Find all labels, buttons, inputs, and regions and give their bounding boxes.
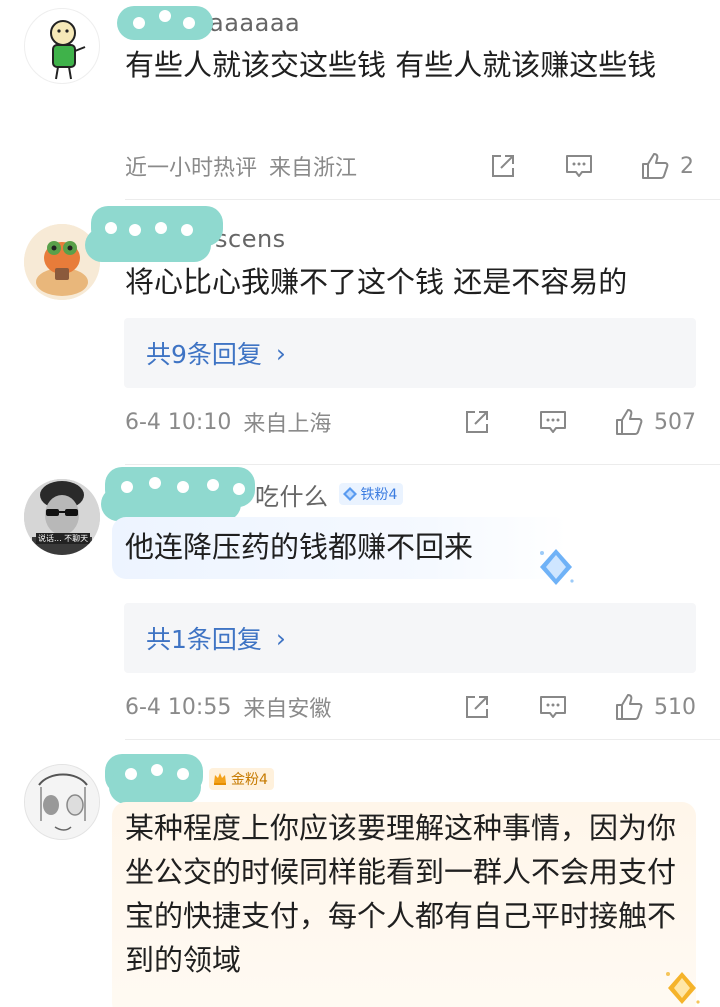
username-mask (85, 206, 223, 262)
fan-badge[interactable]: 铁粉4 (338, 483, 404, 505)
share-icon[interactable] (462, 407, 492, 437)
comment-time: 6-4 10:55 (125, 694, 232, 720)
comment-actions: 2 (488, 146, 696, 186)
username[interactable]: 吃什么 铁粉4 (101, 467, 404, 521)
reply-count: 共9条回复 (146, 340, 262, 369)
comment-item: scens 将心比心我赚不了这个钱 还是不容易的 共9条回复 › 6-4 10:… (0, 200, 720, 465)
comment-icon[interactable] (538, 692, 568, 722)
comment-actions: 510 (462, 687, 696, 727)
comment-text: 有些人就该交这些钱 有些人就该赚这些钱 (125, 48, 657, 82)
comment-location: 来自浙江 (269, 156, 358, 181)
comment-time: 6-4 10:10 (125, 409, 232, 435)
username-text: scens (215, 225, 286, 253)
diamond-icon (342, 487, 357, 501)
cartoon-avatar-icon (50, 20, 86, 80)
thumbs-up-icon[interactable] (614, 692, 644, 722)
sketch-avatar-icon (25, 765, 99, 839)
comment-meta: 6-4 10:10 来自上海 507 (125, 402, 696, 442)
fan-badge-label: 金粉4 (231, 772, 268, 788)
avatar[interactable]: 说话... 不聊天 (24, 479, 100, 555)
thumbs-up-icon[interactable] (640, 151, 670, 181)
username[interactable]: scens (85, 206, 286, 262)
share-icon[interactable] (488, 151, 518, 181)
username-mask (101, 467, 255, 521)
like-count: 2 (680, 153, 694, 179)
username-mask (105, 754, 203, 804)
comment-meta: 近一小时热评 来自浙江 2 (125, 146, 696, 186)
gold-diamond-sparkle-icon (666, 972, 700, 1004)
like-count: 507 (654, 409, 696, 435)
reply-thread-button[interactable]: 共9条回复 › (124, 318, 696, 388)
comment-actions: 507 (462, 402, 696, 442)
fan-badge-label: 铁粉4 (360, 487, 398, 503)
comment-time: 近一小时热评 (125, 156, 258, 181)
crown-icon (214, 773, 226, 785)
comment-text: 将心比心我赚不了这个钱 还是不容易的 (125, 265, 628, 299)
username-text: 吃什么 (255, 482, 329, 511)
fan-badge[interactable]: 金粉4 (209, 768, 274, 790)
reply-thread-button[interactable]: 共1条回复 › (124, 603, 696, 673)
avatar[interactable] (24, 764, 100, 840)
diamond-sparkle-icon (540, 549, 574, 585)
comment-icon[interactable] (538, 407, 568, 437)
thumbs-up-icon[interactable] (614, 407, 644, 437)
chevron-right-icon: › (275, 623, 286, 653)
comment-item: 金粉4 某种程度上你应该要理解这种事情，因为你坐公交的时候同样能看到一群人不会用… (0, 740, 720, 1007)
comment-item: aaaaaa 有些人就该交这些钱 有些人就该赚这些钱 近一小时热评 来自浙江 2 (0, 0, 720, 200)
comment-location: 来自上海 (243, 412, 332, 437)
comment-text: 某种程度上你应该要理解这种事情，因为你坐公交的时候同样能看到一群人不会用支付宝的… (125, 811, 677, 977)
comment-icon[interactable] (564, 151, 594, 181)
like-count: 510 (654, 694, 696, 720)
comment-location: 来自安徽 (243, 697, 332, 722)
username[interactable]: aaaaaa (117, 6, 301, 40)
username-text: aaaaaa (209, 9, 301, 37)
comment-meta: 6-4 10:55 来自安徽 510 (125, 687, 696, 727)
chevron-right-icon: › (275, 338, 286, 368)
username[interactable]: 金粉4 (105, 754, 274, 804)
share-icon[interactable] (462, 692, 492, 722)
comment-item: 说话... 不聊天 吃什么 铁粉4 他连降压药的钱都赚不回来 共1条回复 › 6… (0, 465, 720, 740)
comment-text: 他连降压药的钱都赚不回来 (125, 530, 474, 564)
avatar[interactable] (24, 8, 100, 84)
avatar-caption: 说话... 不聊天 (36, 533, 91, 544)
reply-count: 共1条回复 (146, 625, 262, 654)
username-mask (117, 6, 213, 40)
